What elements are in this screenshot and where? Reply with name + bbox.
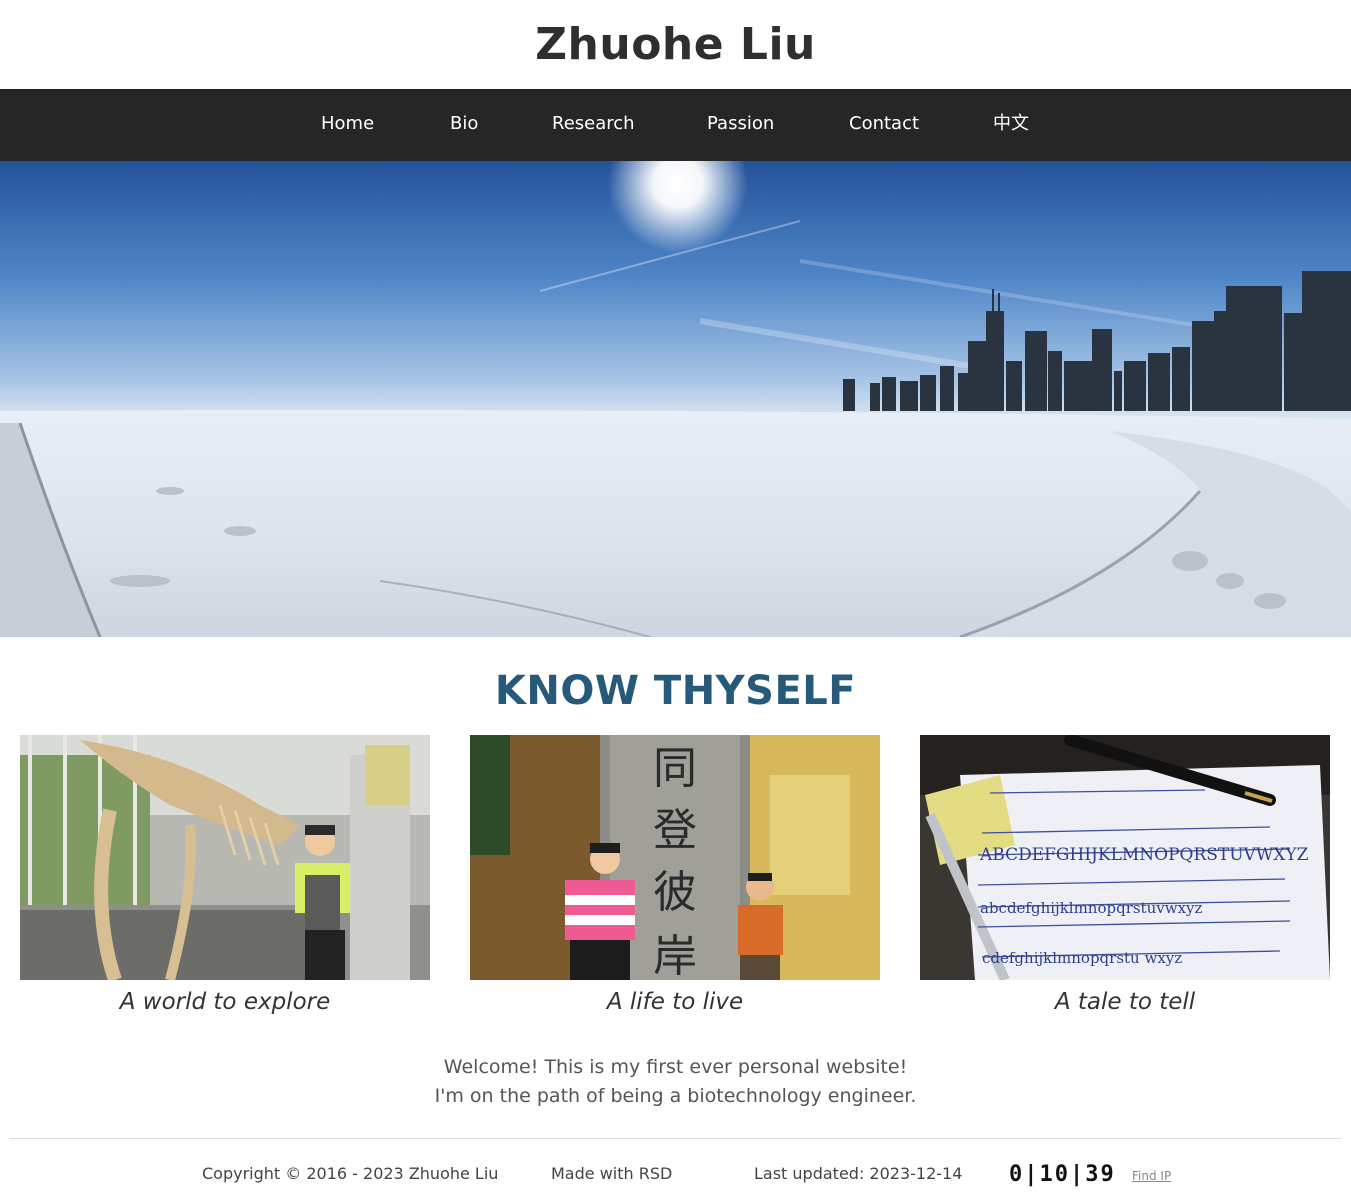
nav-chinese[interactable]: 中文 bbox=[993, 89, 1029, 161]
visitor-counter: 0|10|39 bbox=[1009, 1162, 1116, 1187]
nav-passion[interactable]: Passion bbox=[707, 89, 774, 161]
welcome-line-1: Welcome! This is my first ever personal … bbox=[443, 1056, 908, 1078]
svg-text:同: 同 bbox=[653, 743, 697, 794]
nav-bio[interactable]: Bio bbox=[450, 89, 478, 161]
svg-text:ABCDEFGHIJKLMNOPQRSTUVWXYZ: ABCDEFGHIJKLMNOPQRSTUVWXYZ bbox=[979, 845, 1309, 865]
svg-text:cdefghijklmnopqrstu wxyz: cdefghijklmnopqrstu wxyz bbox=[982, 949, 1182, 967]
footer-copyright: Copyright © 2016 - 2023 Zhuohe Liu bbox=[202, 1164, 499, 1183]
svg-text:岸: 岸 bbox=[653, 931, 697, 980]
welcome-line-2: I'm on the path of being a biotechnology… bbox=[434, 1085, 917, 1107]
card-explore-caption: A world to explore bbox=[119, 989, 331, 1015]
nav-contact[interactable]: Contact bbox=[849, 89, 919, 161]
nav-research[interactable]: Research bbox=[552, 89, 635, 161]
svg-text:登: 登 bbox=[653, 805, 697, 856]
welcome-message: Welcome! This is my first ever personal … bbox=[0, 1053, 1351, 1111]
nav-home[interactable]: Home bbox=[321, 89, 374, 161]
site-title: Zhuohe Liu bbox=[535, 19, 816, 70]
footer-divider bbox=[9, 1138, 1341, 1139]
footer-last-updated: Last updated: 2023-12-14 bbox=[754, 1164, 963, 1183]
card-live-photo[interactable]: 同 登 彼 岸 bbox=[470, 735, 880, 980]
card-live-caption: A life to live bbox=[606, 989, 744, 1015]
hero-panorama-image bbox=[0, 161, 1351, 637]
find-ip-link[interactable]: Find IP bbox=[1132, 1168, 1171, 1184]
svg-text:彼: 彼 bbox=[653, 867, 697, 918]
card-explore-photo[interactable] bbox=[20, 735, 430, 980]
svg-text:abcdefghijklmnopqrstuvwxyz: abcdefghijklmnopqrstuvwxyz bbox=[980, 899, 1202, 917]
section-title: KNOW THYSELF bbox=[494, 668, 857, 714]
footer-made-with: Made with RSD bbox=[551, 1164, 673, 1183]
card-tell-photo[interactable]: ABCDEFGHIJKLMNOPQRSTUVWXYZ abcdefghijklm… bbox=[920, 735, 1330, 980]
main-navbar: Home Bio Research Passion Contact 中文 bbox=[0, 89, 1351, 161]
card-tell-caption: A tale to tell bbox=[1054, 989, 1196, 1015]
